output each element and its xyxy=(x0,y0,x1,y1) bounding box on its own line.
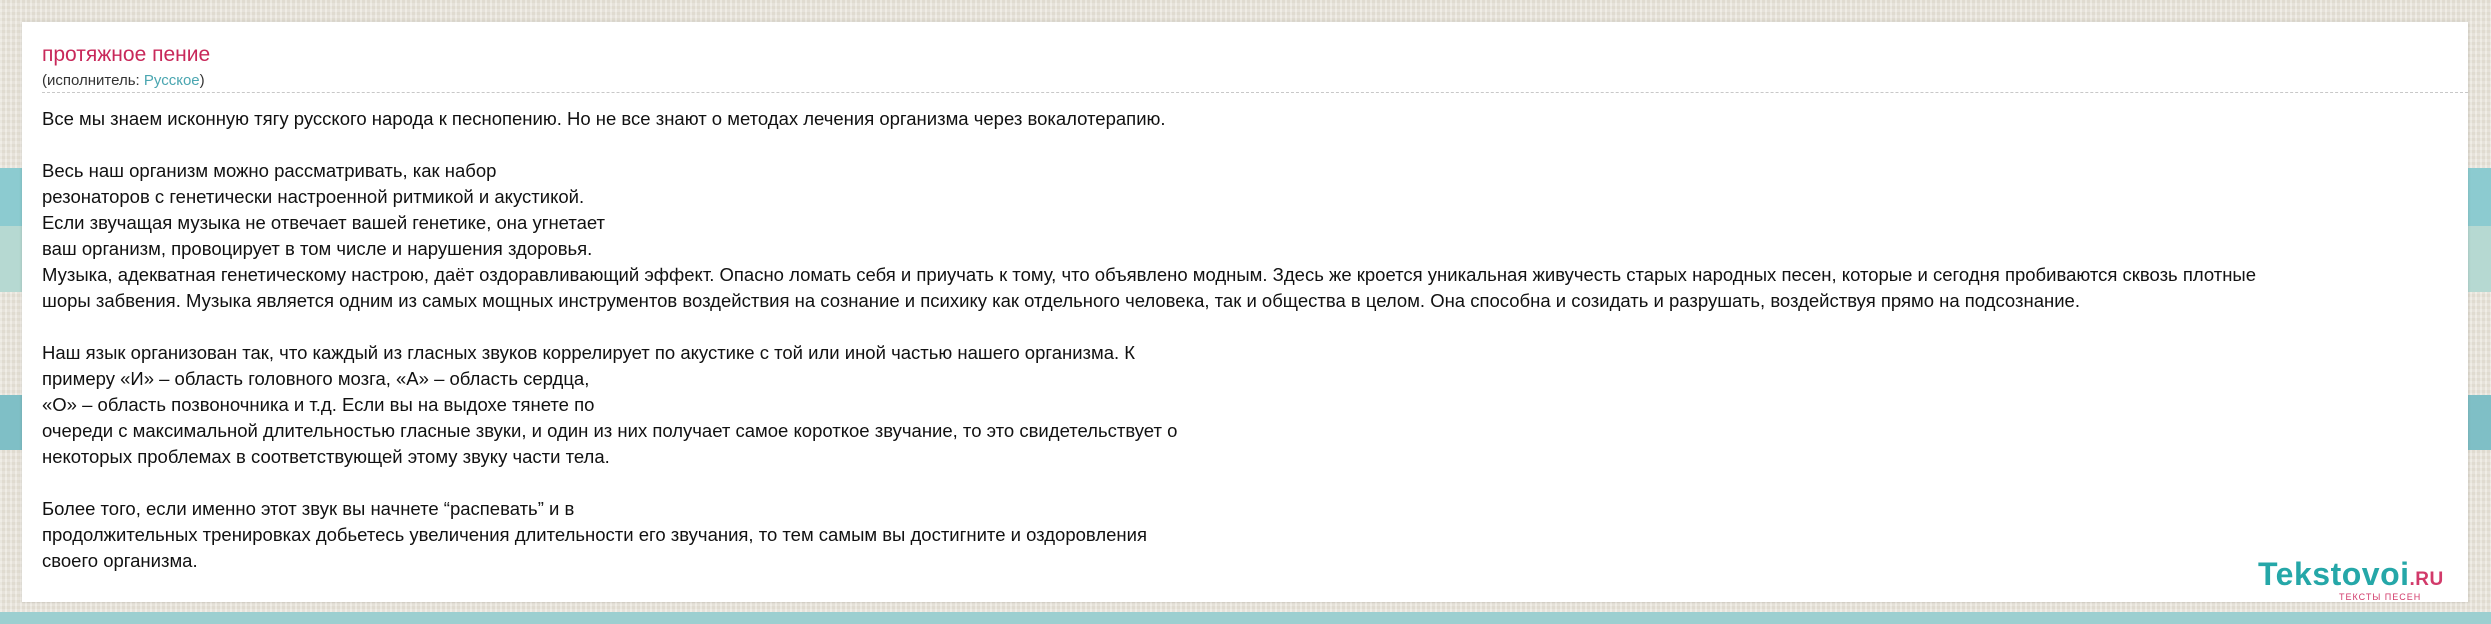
lyric-line: Если звучащая музыка не отвечает вашей г… xyxy=(42,212,606,233)
lyric-line: резонаторов с генетически настроенной ри… xyxy=(42,186,585,207)
lyrics-text: Все мы знаем исконную тягу русского наро… xyxy=(42,106,2468,574)
title-divider xyxy=(42,92,2468,93)
lyric-line: Весь наш организм можно рассматривать, к… xyxy=(42,160,497,181)
background-stripe xyxy=(0,612,2491,624)
song-title: протяжное пение xyxy=(42,43,211,66)
lyric-line xyxy=(42,314,2468,340)
lyric-line: «О» – область позвоночника и т.д. Если в… xyxy=(42,394,595,415)
logo-wordmark: Tekstovoi.RU xyxy=(2258,558,2444,590)
lyric-line: Более того, если именно этот звук вы нач… xyxy=(42,498,575,519)
logo-name: Tekstovoi xyxy=(2258,556,2410,592)
lyric-line: очереди с максимальной длительностью гла… xyxy=(42,420,1178,441)
lyric-line: Наш язык организован так, что каждый из … xyxy=(42,342,1136,363)
lyric-line: некоторых проблемах в соответствующей эт… xyxy=(42,446,610,467)
logo-tagline: ТЕКСТЫ ПЕСЕН xyxy=(2339,592,2422,602)
lyric-line: ваш организм, провоцирует в том числе и … xyxy=(42,238,593,259)
artist-prefix: (исполнитель: xyxy=(42,72,144,89)
artist-line: (исполнитель: Русское) xyxy=(42,72,205,90)
artist-suffix: ) xyxy=(199,72,205,89)
lyric-line: Музыка, адекватная генетическому настрою… xyxy=(42,264,2257,285)
lyrics-card: протяжное пение (исполнитель: Русское) В… xyxy=(22,22,2468,602)
logo-tld: .RU xyxy=(2409,569,2444,590)
lyric-line xyxy=(42,470,2468,496)
artist-link[interactable]: Русское xyxy=(144,72,200,89)
lyric-line: продолжительных тренировках добьетесь ув… xyxy=(42,524,1147,545)
lyric-line: своего организма. xyxy=(42,550,198,571)
lyric-line: примеру «И» – область головного мозга, «… xyxy=(42,368,590,389)
site-logo[interactable]: Tekstovoi.RU ТЕКСТЫ ПЕСЕН xyxy=(2258,558,2458,602)
lyric-line: Все мы знаем исконную тягу русского наро… xyxy=(42,108,1166,129)
lyric-line xyxy=(42,132,2468,158)
lyric-line: шоры забвения. Музыка является одним из … xyxy=(42,290,2080,311)
